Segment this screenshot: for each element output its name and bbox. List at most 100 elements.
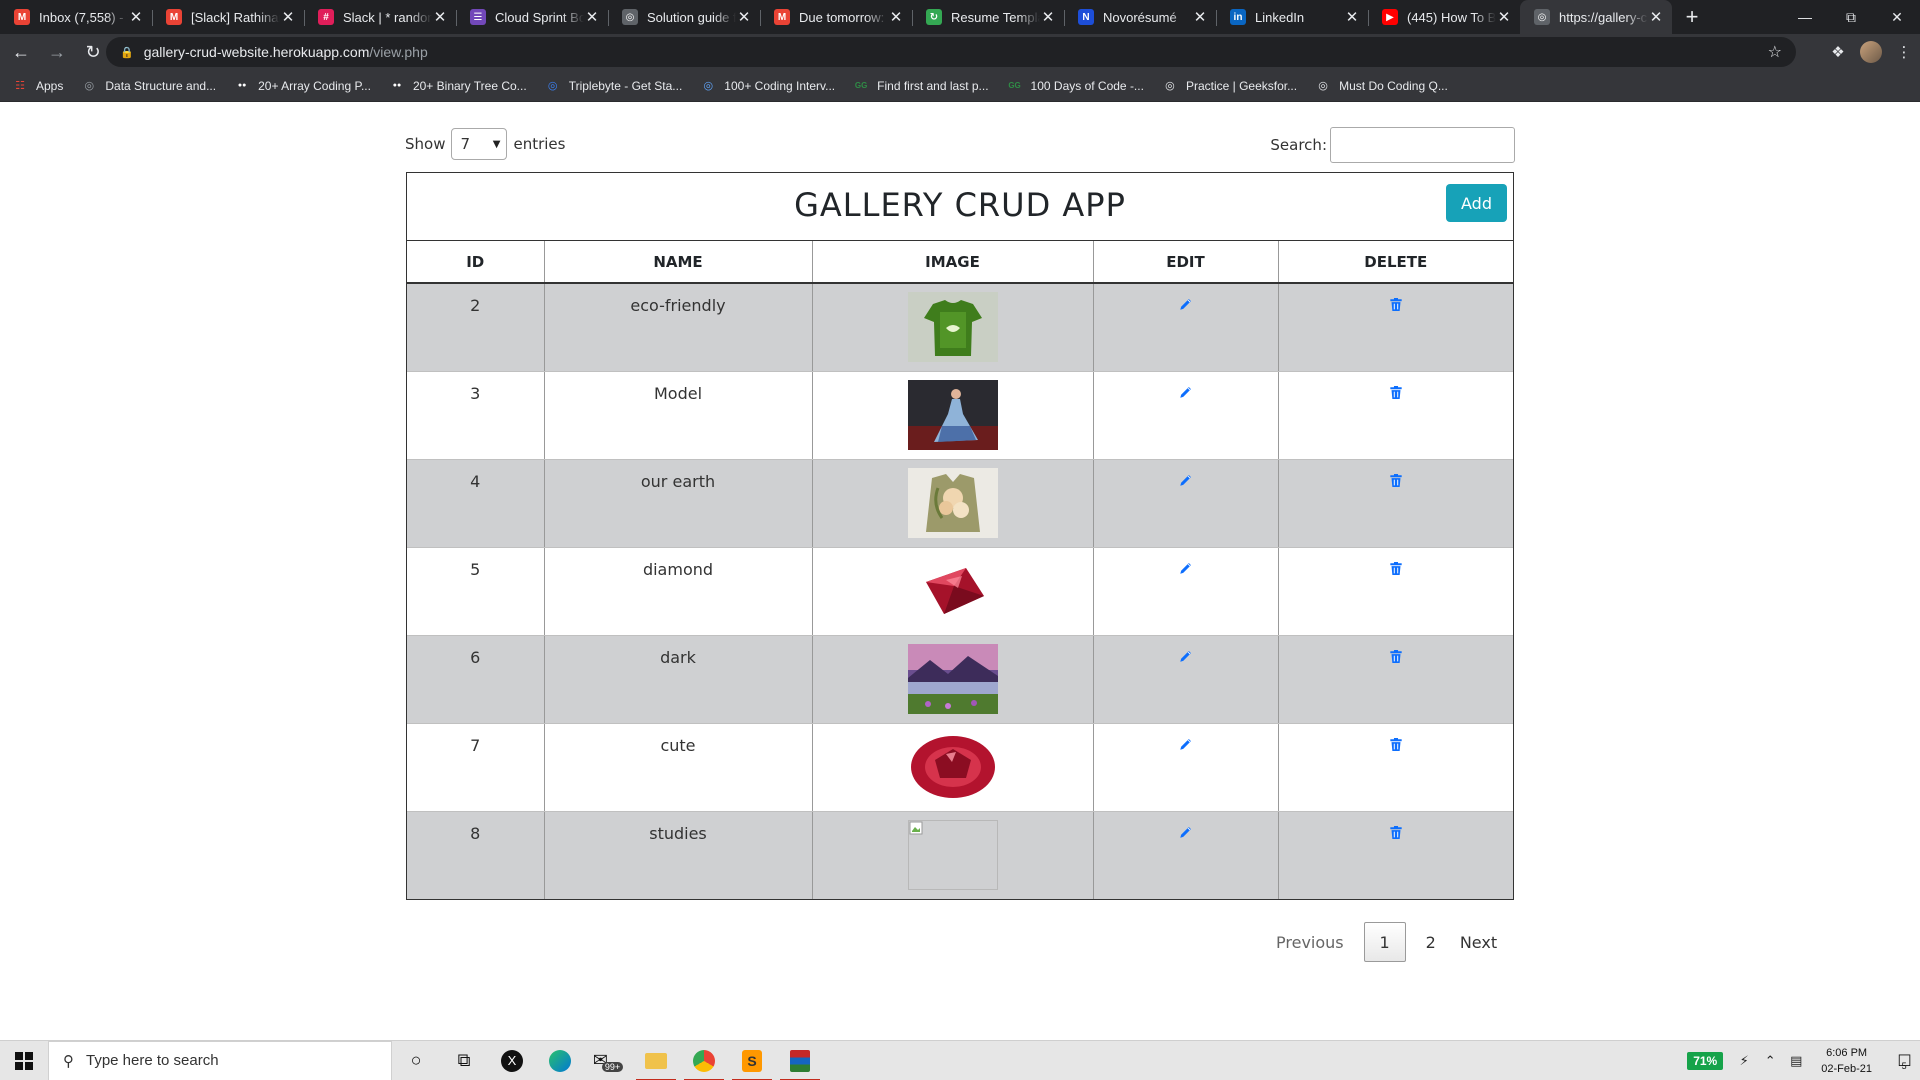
close-icon[interactable]: ✕ [1496,8,1512,26]
page-button-2[interactable]: 2 [1414,922,1448,962]
page-button-1[interactable]: 1 [1363,922,1406,962]
network-icon[interactable]: ▤ [1785,1053,1807,1069]
edit-pencil-icon[interactable] [1179,648,1192,667]
browser-tab[interactable]: ▶ (445) How To Bu ✕ [1368,0,1520,34]
add-button[interactable]: Add [1446,184,1507,222]
broken-image-thumbnail [813,819,1093,890]
browser-tab[interactable]: in LinkedIn ✕ [1216,0,1368,34]
close-icon[interactable]: ✕ [1344,8,1360,26]
sublime-text-icon[interactable]: S [728,1041,776,1080]
browser-tab[interactable]: # Slack | * random ✕ [304,0,456,34]
browser-toolbar: ← → ↻ 🔒 gallery-crud-website.herokuapp.c… [0,34,1920,70]
close-icon[interactable]: ✕ [584,8,600,26]
new-tab-plus-icon[interactable]: + [1676,0,1708,34]
lock-icon: 🔒 [120,46,134,59]
column-header-image[interactable]: IMAGE [812,241,1094,284]
bookmarks-bar: ☷ Apps ◎ Data Structure and... ●● 20+ Array C… [0,70,1920,102]
minimize-icon[interactable]: — [1782,0,1828,34]
bookmark-item[interactable]: GG Find first and last p... [853,78,989,94]
browser-tab[interactable]: ◎ https://gallery-cr ✕ [1520,0,1672,34]
restore-icon[interactable]: ⧉ [1828,0,1874,34]
bookmark-star-icon[interactable]: ☆ [1768,42,1782,62]
search-input[interactable] [1330,127,1515,163]
browser-tab[interactable]: M [Slack] Rathinam ✕ [152,0,304,34]
edit-pencil-icon[interactable] [1179,472,1192,491]
task-view-icon[interactable]: ⧉ [440,1041,488,1080]
address-bar[interactable]: 🔒 gallery-crud-website.herokuapp.com/vie… [106,37,1796,67]
browser-tab[interactable]: M Inbox (7,558) - ta✕ [0,0,152,34]
edit-pencil-icon[interactable] [1179,824,1192,843]
column-header-id[interactable]: ID [407,241,545,284]
chevron-up-icon[interactable]: ⌃ [1759,1053,1781,1069]
browser-tab[interactable]: ↻ Resume Templat ✕ [912,0,1064,34]
bookmark-item[interactable]: ◎ Must Do Coding Q... [1315,78,1448,94]
notification-center-icon[interactable]: ☐ 5 [1884,1041,1920,1080]
browser-tab[interactable]: ☰ Cloud Sprint Boo ✕ [456,0,608,34]
bookmark-item[interactable]: ●● 20+ Binary Tree Co... [389,78,527,94]
url-host: gallery-crud-website.herokuapp.com [143,44,370,60]
cortana-icon[interactable]: ○ [392,1041,440,1080]
previous-page-button[interactable]: Previous [1264,922,1356,962]
bookmark-item[interactable]: GG 100 Days of Code -... [1007,78,1144,94]
clock[interactable]: 6:06 PM 02-Feb-21 [1821,1045,1872,1077]
close-icon[interactable]: ✕ [128,8,144,26]
mail-icon[interactable]: ✉ 99+ [584,1041,632,1080]
cell-id: 8 [407,811,545,899]
chrome-icon[interactable] [680,1041,728,1080]
close-window-icon[interactable]: ✕ [1874,0,1920,34]
column-header-name[interactable]: NAME [544,241,813,284]
table-row: 5 diamond [407,547,1513,636]
close-icon[interactable]: ✕ [888,8,904,26]
delete-trash-icon[interactable] [1390,560,1402,579]
xbox-icon[interactable]: X [488,1041,536,1080]
bookmark-item[interactable]: ◎ 100+ Coding Interv... [700,78,835,94]
browser-tab[interactable]: N Novorésumé ✕ [1064,0,1216,34]
column-header-delete[interactable]: DELETE [1278,241,1513,284]
edit-pencil-icon[interactable] [1179,296,1192,315]
close-icon[interactable]: ✕ [736,8,752,26]
close-icon[interactable]: ✕ [1648,8,1664,26]
bookmark-item[interactable]: ☷ Apps [12,78,63,94]
delete-trash-icon[interactable] [1390,296,1402,315]
browser-tab[interactable]: ◎ Solution guide fo ✕ [608,0,760,34]
delete-trash-icon[interactable] [1390,736,1402,755]
edge-browser-icon[interactable] [536,1041,584,1080]
bookmark-item[interactable]: ◎ Data Structure and... [81,78,217,94]
bookmark-item[interactable]: ◎ Practice | Geeksfor... [1162,78,1297,94]
browser-menu-icon[interactable]: ⋮ [1888,37,1920,67]
close-icon[interactable]: ✕ [280,8,296,26]
cell-image [812,459,1094,548]
cell-name: our earth [544,459,813,548]
fashion-model-thumbnail [813,379,1093,450]
profile-avatar[interactable] [1860,41,1882,63]
taskbar-search-box[interactable]: ⚲ Type here to search [48,1040,392,1080]
windows-start-icon[interactable] [0,1041,48,1080]
edit-pencil-icon[interactable] [1179,384,1192,403]
close-icon[interactable]: ✕ [432,8,448,26]
bookmark-item[interactable]: ◎ Triplebyte - Get Sta... [545,78,682,94]
delete-trash-icon[interactable] [1390,824,1402,843]
column-header-edit[interactable]: EDIT [1093,241,1279,284]
entries-select[interactable]: 7 ▼ [451,128,508,160]
edit-pencil-icon[interactable] [1179,560,1192,579]
edit-pencil-icon[interactable] [1179,736,1192,755]
close-icon[interactable]: ✕ [1192,8,1208,26]
bookmark-item[interactable]: ●● 20+ Array Coding P... [234,78,371,94]
extensions-puzzle-icon[interactable]: ❖ [1822,37,1854,67]
delete-trash-icon[interactable] [1390,472,1402,491]
close-icon[interactable]: ✕ [1040,8,1056,26]
forward-icon[interactable]: → [42,37,72,67]
battery-percentage[interactable]: 71% [1687,1051,1724,1070]
winrar-icon[interactable] [776,1041,824,1080]
back-icon[interactable]: ← [6,37,36,67]
reload-icon[interactable]: ↻ [78,37,108,67]
novoresume-icon: N [1078,9,1094,25]
delete-trash-icon[interactable] [1390,384,1402,403]
power-plug-icon[interactable]: ⚡ [1733,1053,1755,1069]
delete-trash-icon[interactable] [1390,648,1402,667]
medium-icon: ●● [392,82,402,89]
next-page-button[interactable]: Next [1448,922,1509,962]
browser-tab[interactable]: M Due tomorrow: " ✕ [760,0,912,34]
file-explorer-icon[interactable] [632,1041,680,1080]
show-label: Show [405,135,446,153]
